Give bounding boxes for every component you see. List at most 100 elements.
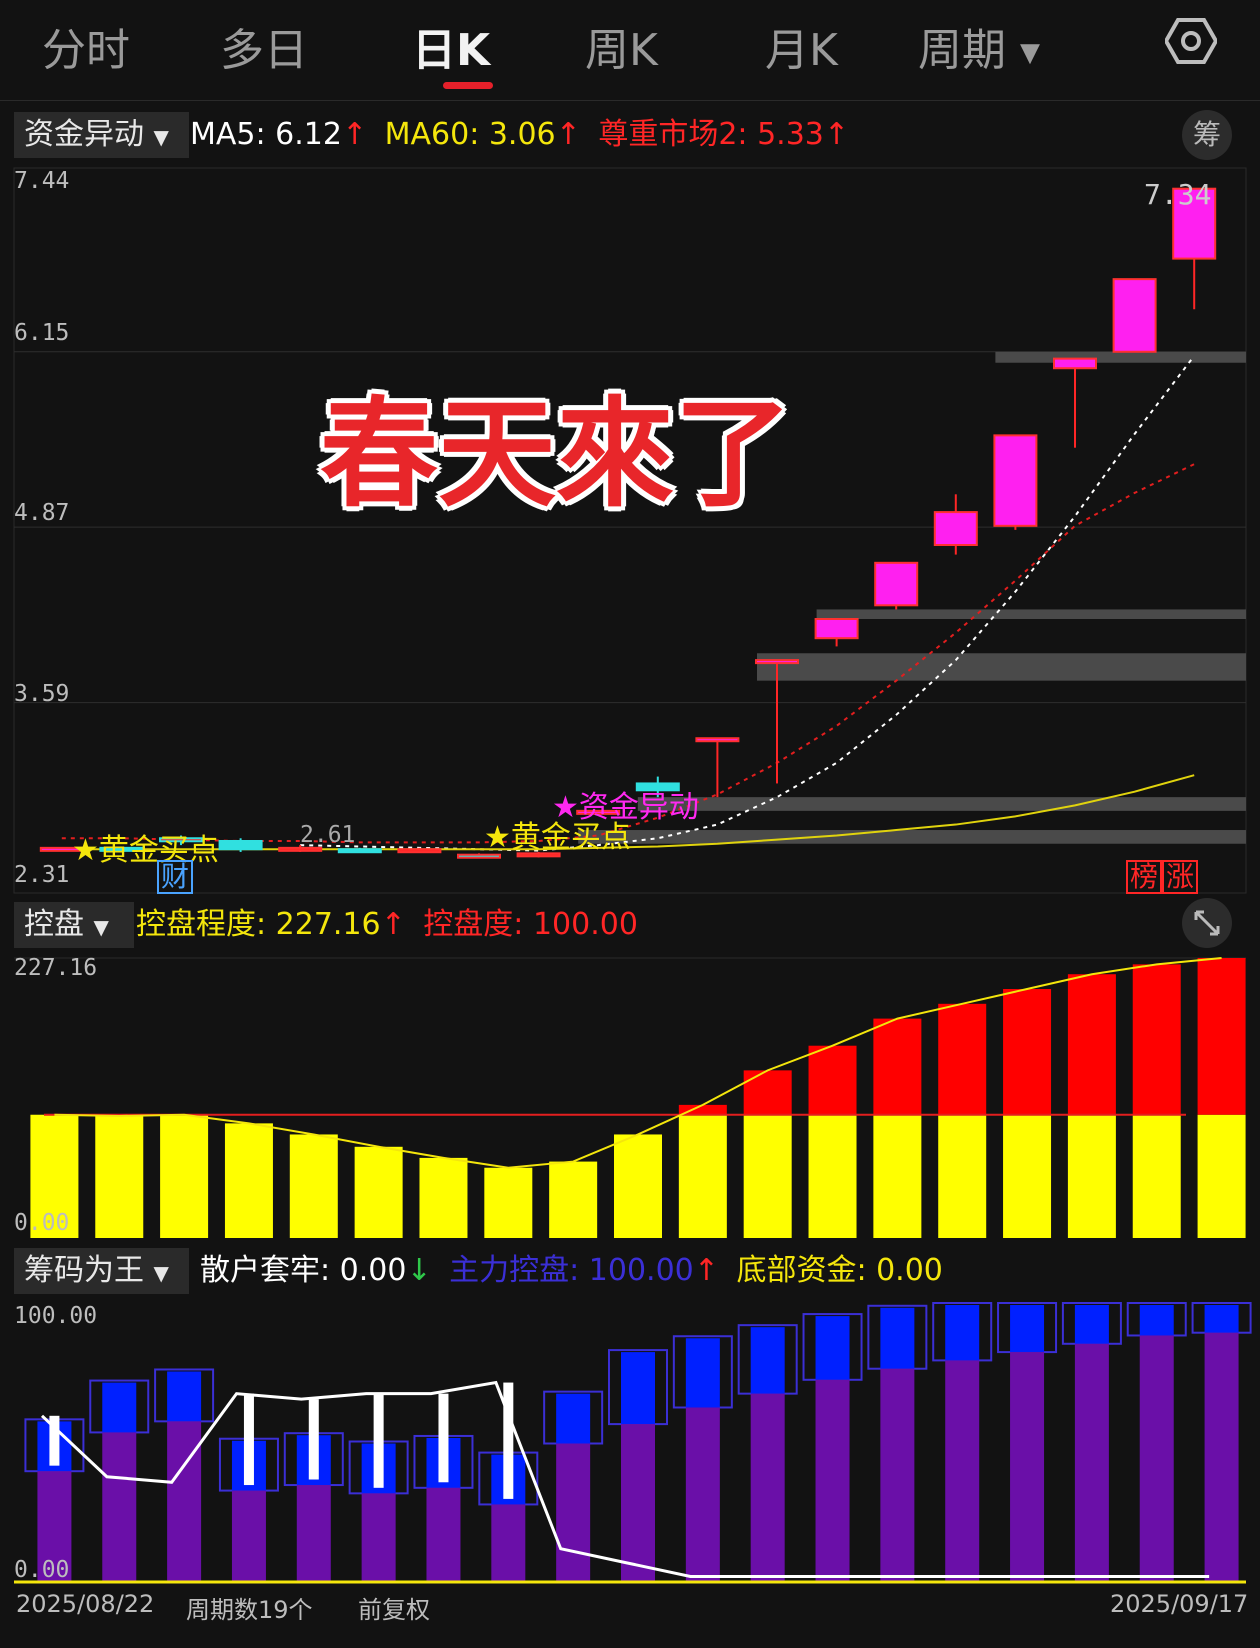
start-date: 2025/08/22 xyxy=(16,1590,155,1618)
candle-body xyxy=(397,848,442,854)
chip-retail-bar xyxy=(438,1393,449,1483)
chip-bar-outline xyxy=(737,1324,798,1395)
legend-ma5: MA5: 6.12↑ xyxy=(190,117,368,152)
chip-retail-bar xyxy=(373,1393,384,1488)
control-bar-yellow xyxy=(289,1134,338,1238)
chip-bar-purple xyxy=(556,1443,591,1582)
gear-icon[interactable] xyxy=(1163,18,1219,64)
chip-retail-bar xyxy=(49,1415,60,1466)
y-label-main-3: 4.87 xyxy=(14,500,70,526)
main-indicator-selector[interactable]: 资金异动 ▼ xyxy=(14,112,189,158)
chip-bar-outline xyxy=(802,1313,863,1381)
chip-panel-header: 筹码为王 ▼ 散户套牢: 0.00↓ 主力控盘: 100.00↑ 底部资金: 0… xyxy=(14,1248,1254,1294)
control-bar-red xyxy=(938,1003,987,1115)
chip-bar-purple xyxy=(296,1485,331,1582)
chip-indicator-selector[interactable]: 筹码为王 ▼ xyxy=(14,1248,189,1294)
chip-bar-outline xyxy=(543,1390,604,1445)
chip-legend: 散户套牢: 0.00↓ 主力控盘: 100.00↑ 底部资金: 0.00 xyxy=(200,1254,943,1288)
control-bar-yellow xyxy=(808,1114,857,1238)
chip-bar-blue xyxy=(491,1454,526,1505)
chip-bar-blue xyxy=(37,1421,72,1472)
candle-body xyxy=(1112,278,1157,353)
y-label-main-bottom: 2.31 xyxy=(14,862,70,888)
tab-monthly-k[interactable]: 月K xyxy=(765,14,838,78)
tab-period[interactable]: 周期 ▼ xyxy=(918,14,1040,78)
max-price-label: 7.34 xyxy=(1144,178,1212,211)
badge-rise: 涨 xyxy=(1162,860,1199,894)
chip-bar-outline xyxy=(1191,1302,1252,1334)
chip-retail-bar xyxy=(243,1393,254,1486)
control-bar-red xyxy=(743,1070,792,1115)
chip-bar-purple xyxy=(750,1393,785,1582)
tab-multi-day[interactable]: 多日 xyxy=(220,14,308,78)
chip-bar-purple xyxy=(426,1487,461,1582)
candle-body xyxy=(218,840,263,851)
chip-bar-outline xyxy=(608,1349,668,1426)
support-zone xyxy=(637,797,1246,811)
adjust-mode[interactable]: 前复权 xyxy=(358,1590,430,1625)
caret-down-icon: ▼ xyxy=(153,1261,169,1285)
candle-body xyxy=(1053,357,1097,370)
control-legend: 控盘程度: 227.16↑ 控盘度: 100.00 xyxy=(136,908,638,942)
candle-body xyxy=(278,846,323,852)
control-bar-red xyxy=(808,1045,857,1115)
control-bar-yellow xyxy=(873,1114,922,1238)
chip-bar-outline xyxy=(348,1440,409,1495)
legend-bottom-funds: 底部资金: 0.00 xyxy=(736,1253,943,1288)
chip-bar-blue xyxy=(102,1382,137,1433)
control-indicator-selector[interactable]: 控盘 ▼ xyxy=(14,902,134,948)
support-zone xyxy=(995,351,1246,363)
control-bar-yellow xyxy=(224,1123,273,1238)
signal-gold-buy-1: ★黄金买点 xyxy=(72,833,219,868)
chip-bar-blue xyxy=(1139,1305,1174,1336)
chip-bar-purple xyxy=(621,1424,655,1582)
control-bar-yellow xyxy=(678,1114,727,1238)
candle-body xyxy=(755,659,799,665)
control-bar-yellow xyxy=(1003,1114,1052,1238)
chip-bar-outline xyxy=(932,1302,993,1362)
control-bar-yellow xyxy=(419,1157,468,1238)
period-tab-bar: 分时 多日 日K 周K 月K 周期 ▼ xyxy=(0,0,1260,101)
chips-button[interactable]: 筹 xyxy=(1182,110,1232,160)
control-bar-red xyxy=(1132,964,1181,1115)
chip-bar-outline xyxy=(997,1302,1058,1354)
control-bar-red xyxy=(873,1018,922,1115)
tab-intraday[interactable]: 分时 xyxy=(42,14,130,78)
control-bar-yellow xyxy=(160,1114,209,1238)
candle-body xyxy=(874,561,919,607)
y-label-control-top: 227.16 xyxy=(14,955,98,981)
tab-weekly-k[interactable]: 周K xyxy=(585,14,658,78)
chip-bar-purple xyxy=(491,1504,526,1582)
chip-bar-outline xyxy=(478,1451,539,1506)
y-label-control-bottom: 0.00 xyxy=(14,1210,70,1236)
candle-body xyxy=(993,434,1038,527)
main-indicator-selector-label: 资金异动 xyxy=(24,117,144,152)
chip-bar-blue xyxy=(1204,1305,1239,1333)
y-label-chip-top: 100.00 xyxy=(14,1303,98,1329)
chip-bar-purple xyxy=(1204,1332,1239,1582)
tab-period-label: 周期 xyxy=(918,25,1006,76)
control-bar-red xyxy=(1067,974,1116,1115)
chip-bar-blue xyxy=(945,1305,980,1361)
y-label-main-2: 6.15 xyxy=(14,320,70,346)
chip-bar-outline xyxy=(89,1379,150,1434)
caret-down-icon: ▼ xyxy=(93,915,109,939)
chevron-down-icon: ▼ xyxy=(1020,38,1040,68)
caret-down-icon: ▼ xyxy=(153,125,169,149)
legend-respect-market: 尊重市场2: 5.33↑ xyxy=(598,117,850,152)
control-bar-yellow xyxy=(743,1114,792,1238)
chip-bar-purple xyxy=(1139,1335,1174,1582)
badge-ranking: 榜 xyxy=(1126,860,1163,894)
control-bar-red xyxy=(678,1104,727,1115)
y-label-chip-bottom: 0.00 xyxy=(14,1557,70,1583)
chip-bar-outline xyxy=(413,1434,474,1489)
chip-bar-blue xyxy=(1010,1305,1045,1353)
legend-control-degree: 控盘程度: 227.16↑ xyxy=(136,907,406,942)
chip-bar-blue xyxy=(1074,1305,1109,1344)
chip-bar-purple xyxy=(231,1490,266,1582)
expand-icon[interactable] xyxy=(1182,898,1232,948)
control-bar-yellow xyxy=(95,1115,144,1238)
chip-bar-purple xyxy=(1074,1343,1109,1582)
support-zone xyxy=(757,653,1246,681)
tab-daily-k[interactable]: 日K xyxy=(412,14,490,78)
